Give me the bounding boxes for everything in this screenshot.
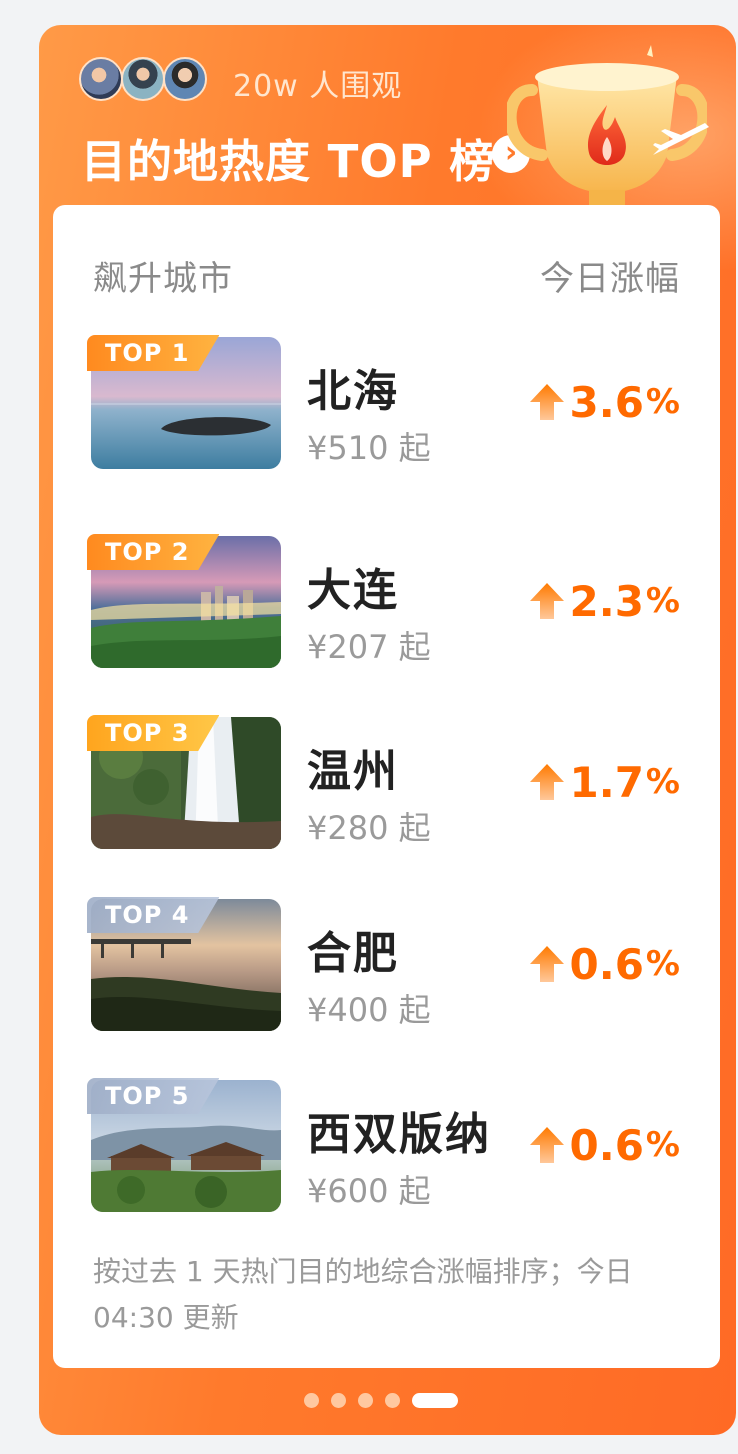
- city-price: ¥600 起: [307, 1172, 431, 1210]
- growth-unit: %: [645, 581, 680, 621]
- up-arrow-icon: [529, 1127, 564, 1163]
- page-title[interactable]: 目的地热度 TOP 榜: [81, 125, 495, 190]
- growth-rate: 1.7%: [528, 757, 680, 807]
- avatar: [121, 57, 165, 101]
- watchers-count: 20w 人围观: [233, 69, 403, 104]
- growth-value: 2.3: [569, 576, 644, 626]
- growth-rate: 0.6%: [528, 939, 680, 989]
- city-name: 北海: [307, 366, 399, 417]
- growth-unit: %: [645, 1125, 680, 1165]
- up-arrow-icon: [529, 764, 564, 800]
- pagination-dot-active[interactable]: [412, 1393, 458, 1408]
- growth-value: 0.6: [569, 1120, 644, 1170]
- ranking-card[interactable]: 20w 人围观 目的地热度 TOP 榜 › 飙升城市 今日涨幅 TOP 1 北海…: [39, 25, 736, 1435]
- city-name: 温州: [307, 746, 399, 797]
- avatar: [163, 57, 207, 101]
- growth-unit: %: [645, 762, 680, 802]
- city-name: 大连: [307, 565, 399, 616]
- city-name: 合肥: [307, 928, 399, 979]
- rank-badge: TOP 4: [87, 897, 220, 933]
- up-arrow-icon: [529, 384, 564, 420]
- rank-badge: TOP 1: [87, 335, 220, 371]
- ranking-footnote: 按过去 1 天热门目的地综合涨幅排序；今日 04:30 更新: [93, 1255, 633, 1334]
- pagination-dot[interactable]: [358, 1393, 373, 1408]
- up-arrow-icon: [529, 946, 564, 982]
- growth-unit: %: [645, 382, 680, 422]
- city-price: ¥280 起: [307, 809, 431, 847]
- city-name: 西双版纳: [307, 1109, 491, 1160]
- growth-rate: 0.6%: [528, 1120, 680, 1170]
- city-price: ¥510 起: [307, 429, 431, 467]
- ranking-row-1[interactable]: TOP 1 北海 ¥510 起 3.6%: [53, 335, 720, 469]
- ranking-row-4[interactable]: TOP 4 合肥 ¥400 起 0.6%: [53, 897, 720, 1031]
- ranking-panel: 飙升城市 今日涨幅 TOP 1 北海 ¥510 起 3.6 % TOP 2 大连…: [53, 205, 720, 1368]
- ranking-row-5[interactable]: TOP 5 西双版纳 ¥600 起 0.6%: [53, 1078, 720, 1212]
- airplane-icon: [653, 123, 709, 155]
- up-arrow-icon: [529, 583, 564, 619]
- growth-unit: %: [645, 944, 680, 984]
- column-header-city: 飙升城市: [93, 259, 233, 299]
- ranking-row-2[interactable]: TOP 2 大连 ¥207 起 2.3%: [53, 534, 720, 668]
- growth-value: 1.7: [569, 757, 644, 807]
- rank-badge: TOP 2: [87, 534, 220, 570]
- avatar: [79, 57, 123, 101]
- growth-value: 3.6: [569, 377, 644, 427]
- rank-badge: TOP 5: [87, 1078, 220, 1114]
- growth-rate: 3.6%: [528, 377, 680, 427]
- pagination-dot[interactable]: [385, 1393, 400, 1408]
- city-price: ¥207 起: [307, 628, 431, 666]
- growth-value: 0.6: [569, 939, 644, 989]
- column-header-growth: 今日涨幅: [540, 259, 680, 299]
- growth-rate: 2.3%: [528, 576, 680, 626]
- rank-badge: TOP 3: [87, 715, 220, 751]
- pagination-dot[interactable]: [304, 1393, 319, 1408]
- pagination-dot[interactable]: [331, 1393, 346, 1408]
- ranking-row-3[interactable]: TOP 3 温州 ¥280 起 1.7%: [53, 715, 720, 849]
- city-price: ¥400 起: [307, 991, 431, 1029]
